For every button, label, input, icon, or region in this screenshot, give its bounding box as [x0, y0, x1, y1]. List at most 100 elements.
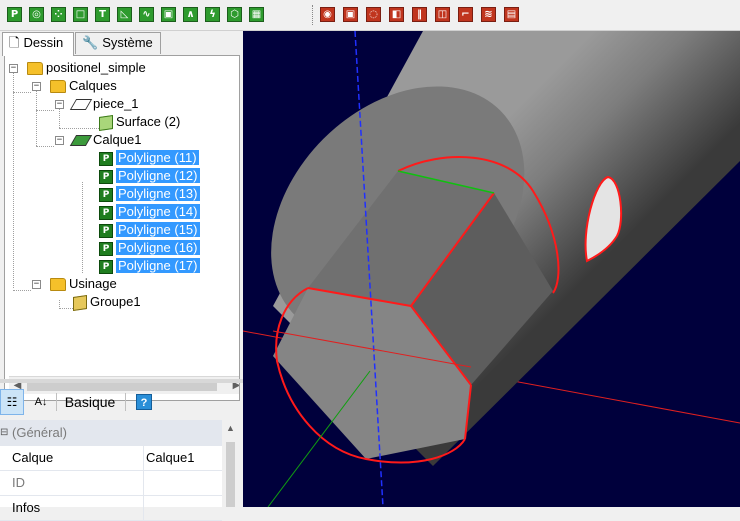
polyline-tool-icon[interactable]: P [7, 7, 22, 22]
tree-node-label: Polyligne (13) [116, 186, 200, 201]
scroll-up-icon[interactable]: ▲ [222, 420, 239, 437]
tree-node-polyligne[interactable]: P Polyligne (13) [99, 185, 200, 203]
tree-node-label: piece_1 [93, 96, 139, 111]
layer-icon [69, 99, 93, 111]
polyline-icon: P [99, 259, 113, 274]
polyline-icon: P [99, 241, 113, 256]
polyline-icon: P [99, 169, 113, 184]
lines-op-icon[interactable]: ▤ [504, 7, 519, 22]
tree-node-usinage[interactable]: Usinage [50, 275, 117, 293]
tab-systeme[interactable]: 🔧 Système [75, 32, 161, 54]
tree-node-label: Surface (2) [116, 114, 181, 129]
grid-tool-icon[interactable]: ▦ [249, 7, 264, 22]
contour-op-icon[interactable]: ▣ [343, 7, 358, 22]
spiral-op-icon[interactable]: ◌ [366, 7, 381, 22]
category-label: (Général) [12, 425, 67, 440]
collapse-icon[interactable]: ⊟ [0, 420, 8, 446]
property-key: Calque [12, 450, 54, 465]
text-tool-icon[interactable]: T [95, 7, 110, 22]
curve-tool-icon[interactable]: ∿ [139, 7, 154, 22]
tree-node-label: Polyligne (17) [116, 258, 200, 273]
property-vertical-scrollbar[interactable]: ▲ [222, 420, 239, 507]
wave-tool-icon[interactable]: ∧ [183, 7, 198, 22]
wrench-icon: 🔧 [82, 35, 99, 50]
tree-node-label: Calque1 [93, 132, 142, 147]
tab-systeme-label: Système [102, 35, 153, 50]
sort-az-button[interactable]: A↓ [29, 389, 53, 415]
tree-node-label: Calques [69, 78, 117, 93]
collapse-icon[interactable]: − [32, 280, 41, 289]
3d-viewport[interactable] [243, 31, 740, 507]
group-icon [73, 294, 87, 311]
rectangle-tool-icon[interactable]: □ [73, 7, 88, 22]
column-divider [143, 496, 144, 520]
document-icon: 🗋 [9, 35, 20, 50]
property-row[interactable]: ID [0, 471, 222, 496]
slot-op-icon[interactable]: ◫ [435, 7, 450, 22]
toolbar-separator [56, 393, 57, 411]
column-divider [143, 471, 144, 495]
tree-node-polyligne[interactable]: P Polyligne (14) [99, 203, 200, 221]
help-icon[interactable]: ? [136, 394, 152, 410]
tree-node-root[interactable]: positionel_simple [27, 59, 146, 77]
tree-node-label: Usinage [69, 276, 117, 291]
category-general[interactable]: ⊟ (Général) [0, 420, 222, 446]
pocket-op-icon[interactable]: ◉ [320, 7, 335, 22]
tree-node-groupe[interactable]: Groupe1 [73, 293, 141, 311]
tree-node-label: Polyligne (16) [116, 240, 200, 255]
folder-icon [50, 278, 66, 292]
property-row[interactable]: Calque Calque1 [0, 446, 222, 471]
property-grid: ⊟ (Général) Calque Calque1 ID Infos [0, 420, 222, 521]
3d-scene [243, 31, 740, 507]
tree-node-label: Polyligne (11) [116, 150, 199, 165]
tree-line [59, 128, 99, 129]
tree-view: − − − − − positionel_simple Calques piec… [4, 55, 240, 401]
property-row[interactable]: Infos [0, 496, 222, 521]
hexagon-tool-icon[interactable]: ⬡ [227, 7, 242, 22]
tree-node-polyligne[interactable]: P Polyligne (15) [99, 221, 200, 239]
tab-dessin[interactable]: 🗋 Dessin [2, 32, 74, 56]
property-key: Infos [12, 500, 41, 515]
tree-line [13, 92, 31, 93]
collapse-icon[interactable]: − [55, 136, 64, 145]
tree-node-polyligne[interactable]: P Polyligne (17) [99, 257, 200, 275]
collapse-icon[interactable]: − [55, 100, 64, 109]
tree-node-surface[interactable]: Surface (2) [99, 113, 180, 131]
tree-line [36, 110, 54, 111]
tree-node-calque1[interactable]: Calque1 [69, 131, 142, 149]
tree-line [13, 290, 31, 291]
tab-dessin-label: Dessin [23, 35, 64, 50]
drill-op-icon[interactable]: ‖ [412, 7, 427, 22]
tree-node-polyligne[interactable]: P Polyligne (11) [99, 149, 199, 167]
solid-tool-icon[interactable]: ▣ [161, 7, 176, 22]
corner-op-icon[interactable]: ⌐ [458, 7, 473, 22]
points-tool-icon[interactable]: ⁘ [51, 7, 66, 22]
property-value[interactable]: Calque1 [146, 446, 194, 470]
tree-node-calques[interactable]: Calques [50, 77, 117, 95]
tree-line [36, 91, 37, 146]
main-toolbar: P ◎ ⁘ □ T ◺ ∿ ▣ ∧ ϟ ⬡ ▦ ◉ ▣ ◌ ◧ ‖ ◫ ⌐ ≋ ▤ [0, 0, 740, 31]
tree-node-label: Polyligne (14) [116, 204, 200, 219]
arc-tool-icon[interactable]: ◺ [117, 7, 132, 22]
basique-button[interactable]: Basique [60, 389, 120, 415]
property-key: ID [12, 475, 25, 490]
tree-node-polyligne[interactable]: P Polyligne (16) [99, 239, 200, 257]
tree-node-label: positionel_simple [46, 60, 146, 75]
tree-node-piece[interactable]: piece_1 [69, 95, 139, 113]
engrave-op-icon[interactable]: ≋ [481, 7, 496, 22]
circle-tool-icon[interactable]: ◎ [29, 7, 44, 22]
column-divider [143, 446, 144, 470]
lightning-tool-icon[interactable]: ϟ [205, 7, 220, 22]
box-op-icon[interactable]: ◧ [389, 7, 404, 22]
scroll-thumb[interactable] [226, 442, 235, 507]
tree-node-polyligne[interactable]: P Polyligne (12) [99, 167, 200, 185]
polyline-icon: P [99, 151, 113, 166]
folder-icon [27, 62, 43, 76]
polyline-icon: P [99, 223, 113, 238]
collapse-icon[interactable]: − [32, 82, 41, 91]
cube-icon [99, 114, 113, 131]
tree-line [82, 182, 83, 273]
collapse-icon[interactable]: − [9, 64, 18, 73]
splitter[interactable] [0, 379, 243, 383]
categorized-view-button[interactable]: ☷ [0, 389, 24, 415]
